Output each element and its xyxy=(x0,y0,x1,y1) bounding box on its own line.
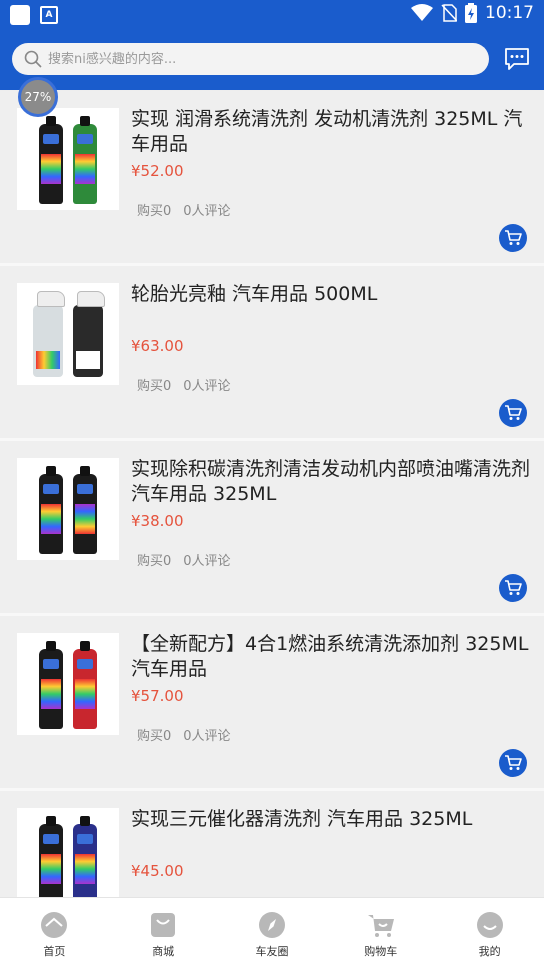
product-price: ¥57.00 xyxy=(131,687,184,705)
tab-label: 购物车 xyxy=(364,945,398,958)
status-bar: A 10:17 xyxy=(0,0,544,30)
search-input[interactable] xyxy=(46,50,489,68)
tab-shop[interactable]: 商城 xyxy=(109,898,218,968)
product-price: ¥52.00 xyxy=(131,162,184,180)
add-to-cart-button[interactable] xyxy=(499,574,527,602)
shop-bag-icon xyxy=(151,913,176,937)
add-to-cart-button[interactable] xyxy=(499,399,527,427)
download-progress-badge: 27% xyxy=(18,77,58,117)
product-image xyxy=(17,808,119,897)
no-sim-icon xyxy=(441,4,457,22)
product-title[interactable]: 【全新配方】4合1燃油系统清洗添加剂 325ML 汽车用品 xyxy=(131,632,531,682)
product-card[interactable]: 实现除积碳清洗剂清洁发动机内部喷油嘴清洗剂 汽车用品 325ML ¥38.00 … xyxy=(0,441,544,616)
product-image xyxy=(17,458,119,560)
product-price: ¥63.00 xyxy=(131,337,184,355)
tab-cart[interactable]: 购物车 xyxy=(326,898,435,968)
smiley-face-icon xyxy=(476,912,503,938)
product-list: 实现 润滑系统清洗剂 发动机清洗剂 325ML 汽车用品 ¥52.00 购买0 0… xyxy=(0,91,544,897)
tab-label: 首页 xyxy=(43,945,66,958)
product-sales: 购买0 xyxy=(137,729,172,744)
compass-icon xyxy=(258,912,285,938)
top-header xyxy=(0,30,544,90)
cart-icon xyxy=(505,755,522,770)
product-title[interactable]: 实现 润滑系统清洗剂 发动机清洗剂 325ML 汽车用品 xyxy=(131,107,531,157)
bottom-tab-bar: 首页 商城 车友圈 购物车 我的 xyxy=(0,897,544,968)
tab-home[interactable]: 首页 xyxy=(0,898,109,968)
product-reviews: 0人评论 xyxy=(183,204,231,219)
notification-a-icon: A xyxy=(40,6,58,24)
product-card[interactable]: 轮胎光亮釉 汽车用品 500ML ¥63.00 购买0 0人评论 xyxy=(0,266,544,441)
status-time: 10:17 xyxy=(485,3,534,23)
product-title[interactable]: 实现三元催化器清洗剂 汽车用品 325ML xyxy=(131,807,531,832)
tab-label: 我的 xyxy=(478,945,501,958)
product-reviews: 0人评论 xyxy=(183,379,231,394)
product-sales: 购买0 xyxy=(137,379,172,394)
product-image xyxy=(17,108,119,210)
tab-label: 商城 xyxy=(152,945,175,958)
add-to-cart-button[interactable] xyxy=(499,224,527,252)
home-icon xyxy=(41,912,68,938)
product-image xyxy=(17,283,119,385)
product-title[interactable]: 实现除积碳清洗剂清洁发动机内部喷油嘴清洗剂 汽车用品 325ML xyxy=(131,457,531,507)
add-to-cart-button[interactable] xyxy=(499,749,527,777)
product-card[interactable]: 实现三元催化器清洗剂 汽车用品 325ML ¥45.00 xyxy=(0,791,544,897)
product-reviews: 0人评论 xyxy=(183,729,231,744)
cart-icon xyxy=(505,405,522,420)
product-card[interactable]: 实现 润滑系统清洗剂 发动机清洗剂 325ML 汽车用品 ¥52.00 购买0 0… xyxy=(0,91,544,266)
wifi-icon xyxy=(411,4,433,21)
product-price: ¥38.00 xyxy=(131,512,184,530)
notification-app-icon xyxy=(10,5,30,25)
cart-icon xyxy=(505,230,522,245)
battery-charging-icon xyxy=(465,3,477,23)
cart-icon xyxy=(505,580,522,595)
search-icon xyxy=(24,50,42,68)
product-card[interactable]: 【全新配方】4合1燃油系统清洗添加剂 325ML 汽车用品 ¥57.00 购买0… xyxy=(0,616,544,791)
tab-profile[interactable]: 我的 xyxy=(435,898,544,968)
message-icon[interactable] xyxy=(504,47,530,71)
product-sales: 购买0 xyxy=(137,204,172,219)
product-price: ¥45.00 xyxy=(131,862,184,880)
tab-community[interactable]: 车友圈 xyxy=(218,898,327,968)
product-image xyxy=(17,633,119,735)
tab-label: 车友圈 xyxy=(255,945,289,958)
product-sales: 购买0 xyxy=(137,554,172,569)
product-reviews: 0人评论 xyxy=(183,554,231,569)
search-bar[interactable] xyxy=(12,43,489,75)
cart-icon xyxy=(367,915,394,937)
product-title[interactable]: 轮胎光亮釉 汽车用品 500ML xyxy=(131,282,531,307)
